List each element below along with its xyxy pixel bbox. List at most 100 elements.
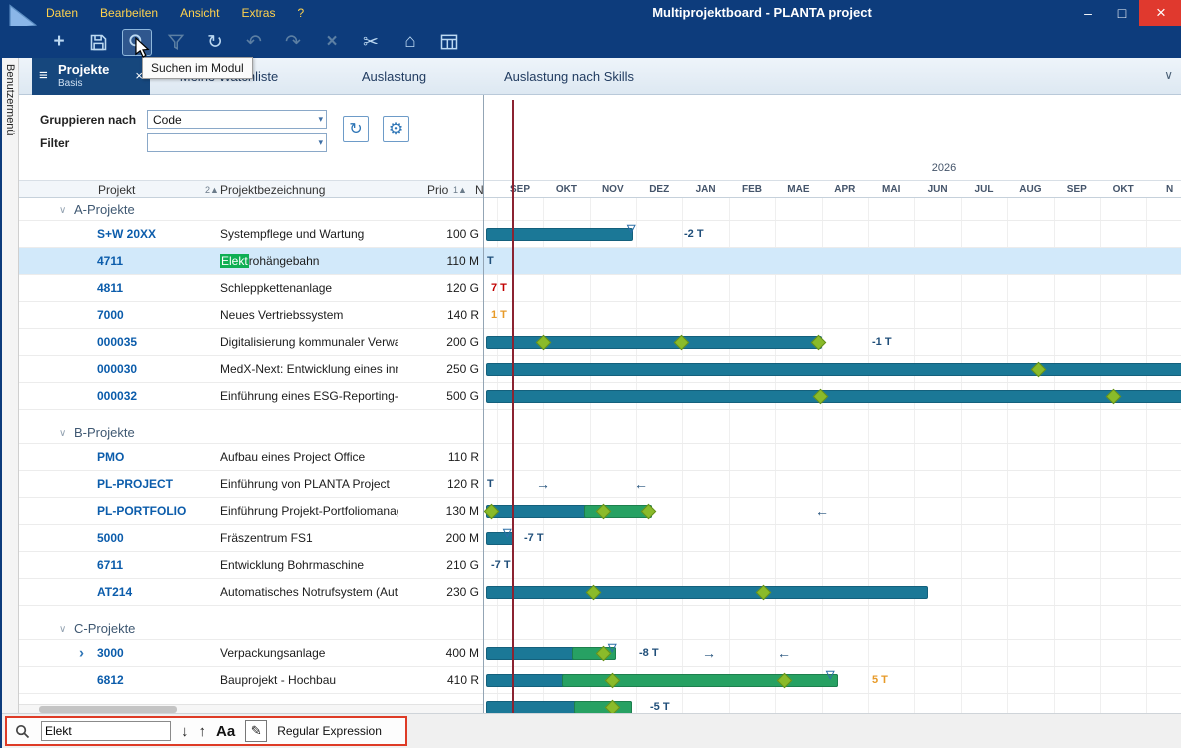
project-code-link[interactable]: 7000 bbox=[97, 308, 124, 322]
match-case-toggle[interactable]: Aa bbox=[216, 723, 235, 740]
project-code-link[interactable]: 6711 bbox=[97, 558, 123, 572]
project-code-link[interactable]: 3000 bbox=[97, 646, 124, 660]
maximize-button[interactable]: □ bbox=[1105, 0, 1139, 26]
menu-extras[interactable]: Extras bbox=[241, 6, 275, 20]
filter-select[interactable]: ▾ bbox=[147, 133, 327, 152]
gantt-row[interactable]: -5 T bbox=[484, 694, 1181, 713]
find-next-button[interactable]: ↓ bbox=[181, 723, 189, 740]
refresh-icon[interactable]: ↻ bbox=[200, 29, 230, 56]
project-code-link[interactable]: PMO bbox=[97, 450, 124, 464]
project-code-link[interactable]: 000035 bbox=[97, 335, 137, 349]
gantt-bar[interactable] bbox=[562, 674, 838, 687]
gantt-row[interactable]: T bbox=[484, 248, 1181, 275]
project-row[interactable]: 000030MedX-Next: Entwicklung eines innov… bbox=[19, 356, 483, 383]
close-button[interactable]: × bbox=[1139, 0, 1181, 26]
project-row[interactable]: 4811Schleppkettenanlage120 G bbox=[19, 275, 483, 302]
gantt-row[interactable] bbox=[484, 579, 1181, 606]
group-by-select[interactable]: Code ▾ bbox=[147, 110, 327, 129]
gantt-bar[interactable] bbox=[486, 228, 633, 241]
gantt-row[interactable]: ← bbox=[484, 498, 1181, 525]
tab-projekte-active[interactable]: ≡ Projekte Basis × bbox=[32, 58, 150, 95]
gantt-bar[interactable] bbox=[486, 390, 1181, 403]
sort-indicator-prio[interactable]: 1▲ bbox=[453, 185, 467, 195]
project-row[interactable] bbox=[19, 694, 483, 704]
project-row[interactable]: 5000Fräszentrum FS1200 M bbox=[19, 525, 483, 552]
project-code-link[interactable]: 6812 bbox=[97, 673, 124, 687]
project-code-link[interactable]: 4711 bbox=[97, 254, 123, 268]
user-menu-strip[interactable]: Benutzermenü bbox=[2, 58, 19, 713]
project-row[interactable]: AT214Automatisches Notrufsystem (Autom..… bbox=[19, 579, 483, 606]
find-previous-button[interactable]: ↑ bbox=[199, 723, 207, 740]
hamburger-icon[interactable]: ≡ bbox=[39, 67, 48, 84]
col-projekt[interactable]: Projekt bbox=[98, 183, 135, 197]
project-row[interactable]: 7000Neues Vertriebssystem140 R bbox=[19, 302, 483, 329]
project-code-link[interactable]: PL-PORTFOLIO bbox=[97, 504, 186, 518]
gantt-row[interactable]: ▽-2 T bbox=[484, 221, 1181, 248]
project-row[interactable]: PL-PORTFOLIOEinführung Projekt-Portfolio… bbox=[19, 498, 483, 525]
menu-help[interactable]: ? bbox=[297, 6, 304, 20]
project-row[interactable]: 4711Elektrohängebahn110 M bbox=[19, 248, 483, 275]
menu-ansicht[interactable]: Ansicht bbox=[180, 6, 219, 20]
horizontal-scrollbar[interactable] bbox=[19, 704, 483, 713]
project-code-link[interactable]: 5000 bbox=[97, 531, 124, 545]
menu-bearbeiten[interactable]: Bearbeiten bbox=[100, 6, 158, 20]
col-prio[interactable]: Prio bbox=[427, 183, 448, 197]
save-button[interactable] bbox=[83, 29, 113, 56]
gantt-row[interactable]: ▽5 T bbox=[484, 667, 1181, 694]
col-clipped[interactable]: N bbox=[475, 183, 483, 197]
project-row[interactable]: S+W 20XXSystempflege und Wartung100 G bbox=[19, 221, 483, 248]
project-row[interactable]: PMOAufbau eines Project Office110 R bbox=[19, 444, 483, 471]
project-row[interactable]: PL-PROJECTEinführung von PLANTA Project1… bbox=[19, 471, 483, 498]
collapse-chevron-icon[interactable]: ∨ bbox=[59, 624, 66, 635]
find-input[interactable] bbox=[41, 721, 171, 741]
gantt-row[interactable]: 7 T bbox=[484, 275, 1181, 302]
refresh-view-button[interactable]: ↻ bbox=[343, 116, 369, 142]
chevron-down-icon: ▾ bbox=[318, 137, 323, 148]
gantt-row[interactable]: -7 T bbox=[484, 552, 1181, 579]
gantt-row[interactable] bbox=[484, 356, 1181, 383]
project-row[interactable]: 000035Digitalisierung kommunaler Verwalt… bbox=[19, 329, 483, 356]
project-row[interactable]: ›3000Verpackungsanlage400 M bbox=[19, 640, 483, 667]
pane-divider[interactable] bbox=[483, 95, 484, 713]
group-row[interactable]: ∨C-Projekte bbox=[19, 606, 483, 640]
project-code-link[interactable]: PL-PROJECT bbox=[97, 477, 173, 491]
project-code-link[interactable]: 4811 bbox=[97, 281, 123, 295]
group-row[interactable]: ∨A-Projekte bbox=[19, 198, 483, 221]
sort-indicator-projekt[interactable]: 2▲ bbox=[205, 185, 219, 195]
gantt-row[interactable] bbox=[484, 383, 1181, 410]
new-icon[interactable]: + bbox=[44, 29, 74, 56]
menu-daten[interactable]: Daten bbox=[46, 6, 78, 20]
gantt-row[interactable]: 1 T bbox=[484, 302, 1181, 329]
project-row[interactable]: 6812Bauprojekt - Hochbau410 R bbox=[19, 667, 483, 694]
project-code-link[interactable]: 000032 bbox=[97, 389, 137, 403]
col-bezeichnung[interactable]: Projektbezeichnung bbox=[220, 183, 325, 197]
tab-overflow-chevron-icon[interactable]: ∨ bbox=[1164, 68, 1173, 82]
module-board-button[interactable] bbox=[434, 29, 464, 56]
scrollbar-thumb[interactable] bbox=[39, 706, 177, 713]
group-row[interactable]: ∨B-Projekte bbox=[19, 410, 483, 444]
cut-icon[interactable]: ✂ bbox=[356, 29, 386, 56]
gantt-bar[interactable] bbox=[574, 701, 632, 713]
collapse-chevron-icon[interactable]: ∨ bbox=[59, 205, 66, 216]
project-row[interactable]: 000032Einführung eines ESG-Reporting-Sys… bbox=[19, 383, 483, 410]
gantt-bar[interactable] bbox=[486, 363, 1181, 376]
project-row[interactable]: 6711Entwicklung Bohrmaschine210 G bbox=[19, 552, 483, 579]
project-code-link[interactable]: 000030 bbox=[97, 362, 137, 376]
minimize-button[interactable]: – bbox=[1071, 0, 1105, 26]
project-code-link[interactable]: AT214 bbox=[97, 585, 132, 599]
settings-gear-button[interactable]: ⚙ bbox=[383, 116, 409, 142]
gantt-row[interactable]: ▽-7 T bbox=[484, 525, 1181, 552]
collapse-chevron-icon[interactable]: ∨ bbox=[59, 428, 66, 439]
gantt-row[interactable]: -1 T bbox=[484, 329, 1181, 356]
gantt-row[interactable]: T→← bbox=[484, 471, 1181, 498]
home-icon[interactable]: ⌂ bbox=[395, 29, 425, 56]
tab-auslastung[interactable]: Auslastung bbox=[308, 58, 480, 95]
regex-toggle-button[interactable]: ✎ bbox=[245, 720, 267, 742]
expand-icon[interactable]: › bbox=[79, 645, 84, 662]
gantt-row[interactable]: ▽-8 T→← bbox=[484, 640, 1181, 667]
tab-auslastung-nach-skills[interactable]: Auslastung nach Skills bbox=[480, 58, 658, 95]
gantt-row[interactable] bbox=[484, 444, 1181, 471]
gantt-bar[interactable] bbox=[486, 586, 928, 599]
project-code-link[interactable]: S+W 20XX bbox=[97, 227, 156, 241]
month-label: MAE bbox=[787, 184, 809, 195]
